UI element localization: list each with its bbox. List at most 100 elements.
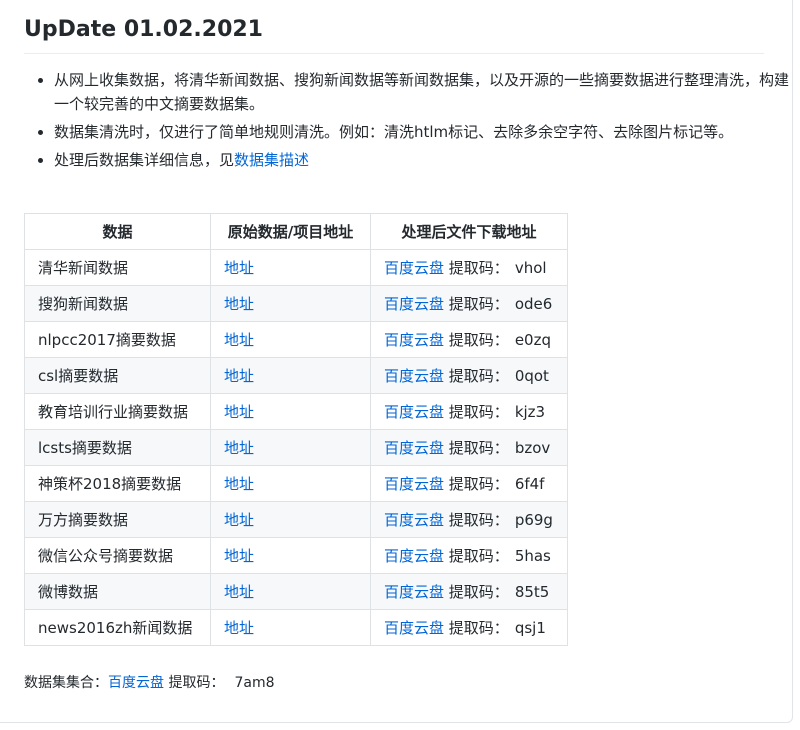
code-label: 提取码：: [448, 403, 509, 421]
source-cell: 地址: [210, 573, 371, 610]
table-row: nlpcc2017摘要数据 地址 百度云盘 提取码： e0zq: [24, 321, 568, 358]
column-header: 处理后文件下载地址: [370, 213, 568, 250]
table-row: 万方摘要数据 地址 百度云盘 提取码： p69g: [24, 501, 568, 538]
download-cell: 百度云盘 提取码： bzov: [370, 429, 568, 466]
dataset-name: news2016zh新闻数据: [24, 609, 211, 646]
baidu-pan-link[interactable]: 百度云盘: [384, 295, 444, 313]
collection-label: 数据集集合：: [24, 675, 108, 691]
source-link[interactable]: 地址: [224, 331, 254, 349]
source-cell: 地址: [210, 537, 371, 574]
table-row: news2016zh新闻数据 地址 百度云盘 提取码： qsj1: [24, 609, 568, 646]
code-label: 提取码：: [448, 331, 509, 349]
dataset-name: 微博数据: [24, 573, 211, 610]
table-row: 微信公众号摘要数据 地址 百度云盘 提取码： 5has: [24, 537, 568, 574]
table-row: 清华新闻数据 地址 百度云盘 提取码： vhol: [24, 249, 568, 286]
source-link[interactable]: 地址: [224, 295, 254, 313]
extraction-code: 6f4f: [514, 475, 545, 493]
extraction-code: bzov: [514, 439, 551, 457]
dataset-name: 万方摘要数据: [24, 501, 211, 538]
dataset-description-link[interactable]: 数据集描述: [234, 151, 309, 169]
code-label: 提取码：: [448, 295, 509, 313]
baidu-pan-link[interactable]: 百度云盘: [384, 619, 444, 637]
baidu-pan-link[interactable]: 百度云盘: [384, 511, 444, 529]
extraction-code: 5has: [514, 547, 551, 565]
extraction-code: vhol: [514, 259, 547, 277]
baidu-pan-link[interactable]: 百度云盘: [384, 583, 444, 601]
dataset-table: 数据 原始数据/项目地址 处理后文件下载地址 清华新闻数据 地址 百度云盘 提取码：…: [24, 213, 568, 646]
source-link[interactable]: 地址: [224, 367, 254, 385]
source-cell: 地址: [210, 321, 371, 358]
code-label: 提取码：: [448, 583, 509, 601]
source-link[interactable]: 地址: [224, 259, 254, 277]
bullet-text: 从网上收集数据，将清华新闻数据、搜狗新闻数据等新闻数据集，以及开源的一些摘要数据…: [54, 71, 790, 113]
source-link[interactable]: 地址: [224, 439, 254, 457]
code-label: 提取码：: [448, 547, 509, 565]
source-cell: 地址: [210, 501, 371, 538]
code-label: 提取码：: [448, 475, 509, 493]
extraction-code: 0qot: [514, 367, 549, 385]
code-label: 提取码：: [448, 259, 509, 277]
dataset-name: 搜狗新闻数据: [24, 285, 211, 322]
download-cell: 百度云盘 提取码： p69g: [370, 501, 568, 538]
dataset-name: lcsts摘要数据: [24, 429, 211, 466]
table-row: 搜狗新闻数据 地址 百度云盘 提取码： ode6: [24, 285, 568, 322]
download-cell: 百度云盘 提取码： vhol: [370, 249, 568, 286]
readme-card: UpDate 01.02.2021 从网上收集数据，将清华新闻数据、搜狗新闻数据…: [0, 0, 793, 723]
source-link[interactable]: 地址: [224, 475, 254, 493]
baidu-pan-link[interactable]: 百度云盘: [384, 475, 444, 493]
extraction-code: kjz3: [514, 403, 546, 421]
baidu-pan-link[interactable]: 百度云盘: [384, 259, 444, 277]
code-label: 提取码：: [448, 367, 509, 385]
download-cell: 百度云盘 提取码： ode6: [370, 285, 568, 322]
dataset-name: 清华新闻数据: [24, 249, 211, 286]
download-cell: 百度云盘 提取码： 5has: [370, 537, 568, 574]
baidu-pan-link[interactable]: 百度云盘: [384, 403, 444, 421]
extraction-code: 85t5: [514, 583, 550, 601]
dataset-collection-line: 数据集集合：百度云盘 提取码： 7am8: [24, 672, 274, 692]
collection-code-label: 提取码：: [168, 675, 225, 691]
dataset-name: nlpcc2017摘要数据: [24, 321, 211, 358]
source-link[interactable]: 地址: [224, 547, 254, 565]
table-row: lcsts摘要数据 地址 百度云盘 提取码： bzov: [24, 429, 568, 466]
table-row: 神策杯2018摘要数据 地址 百度云盘 提取码： 6f4f: [24, 465, 568, 502]
list-item: 数据集清洗时，仅进行了简单地规则清洗。例如：清洗htlm标记、去除多余空字符、去…: [54, 120, 789, 144]
column-header: 数据: [24, 213, 211, 250]
download-cell: 百度云盘 提取码： qsj1: [370, 609, 568, 646]
source-link[interactable]: 地址: [224, 583, 254, 601]
extraction-code: ode6: [514, 295, 553, 313]
extraction-code: e0zq: [514, 331, 551, 349]
baidu-pan-link[interactable]: 百度云盘: [384, 439, 444, 457]
source-link[interactable]: 地址: [224, 403, 254, 421]
baidu-pan-link[interactable]: 百度云盘: [384, 547, 444, 565]
bullet-text: 处理后数据集详细信息，见: [54, 151, 235, 169]
page-title: UpDate 01.02.2021: [24, 16, 764, 54]
list-item: 从网上收集数据，将清华新闻数据、搜狗新闻数据等新闻数据集，以及开源的一些摘要数据…: [54, 68, 789, 116]
source-cell: 地址: [210, 465, 371, 502]
collection-pan-link[interactable]: 百度云盘: [108, 675, 164, 691]
table-row: 微博数据 地址 百度云盘 提取码： 85t5: [24, 573, 568, 610]
source-cell: 地址: [210, 609, 371, 646]
source-cell: 地址: [210, 357, 371, 394]
download-cell: 百度云盘 提取码： 85t5: [370, 573, 568, 610]
collection-code: 7am8: [234, 675, 275, 691]
table-row: 教育培训行业摘要数据 地址 百度云盘 提取码： kjz3: [24, 393, 568, 430]
download-cell: 百度云盘 提取码： kjz3: [370, 393, 568, 430]
bullet-list: 从网上收集数据，将清华新闻数据、搜狗新闻数据等新闻数据集，以及开源的一些摘要数据…: [24, 68, 789, 176]
baidu-pan-link[interactable]: 百度云盘: [384, 331, 444, 349]
source-link[interactable]: 地址: [224, 511, 254, 529]
table-header-row: 数据 原始数据/项目地址 处理后文件下载地址: [24, 213, 568, 250]
source-cell: 地址: [210, 393, 371, 430]
source-cell: 地址: [210, 249, 371, 286]
dataset-name: csl摘要数据: [24, 357, 211, 394]
extraction-code: p69g: [514, 511, 553, 529]
code-label: 提取码：: [448, 619, 509, 637]
code-label: 提取码：: [448, 511, 509, 529]
source-cell: 地址: [210, 285, 371, 322]
list-item: 处理后数据集详细信息，见数据集描述: [54, 148, 789, 172]
code-label: 提取码：: [448, 439, 509, 457]
baidu-pan-link[interactable]: 百度云盘: [384, 367, 444, 385]
extraction-code: qsj1: [514, 619, 546, 637]
bullet-text: 数据集清洗时，仅进行了简单地规则清洗。例如：清洗htlm标记、去除多余空字符、去…: [54, 123, 734, 141]
source-link[interactable]: 地址: [224, 619, 254, 637]
dataset-name: 神策杯2018摘要数据: [24, 465, 211, 502]
